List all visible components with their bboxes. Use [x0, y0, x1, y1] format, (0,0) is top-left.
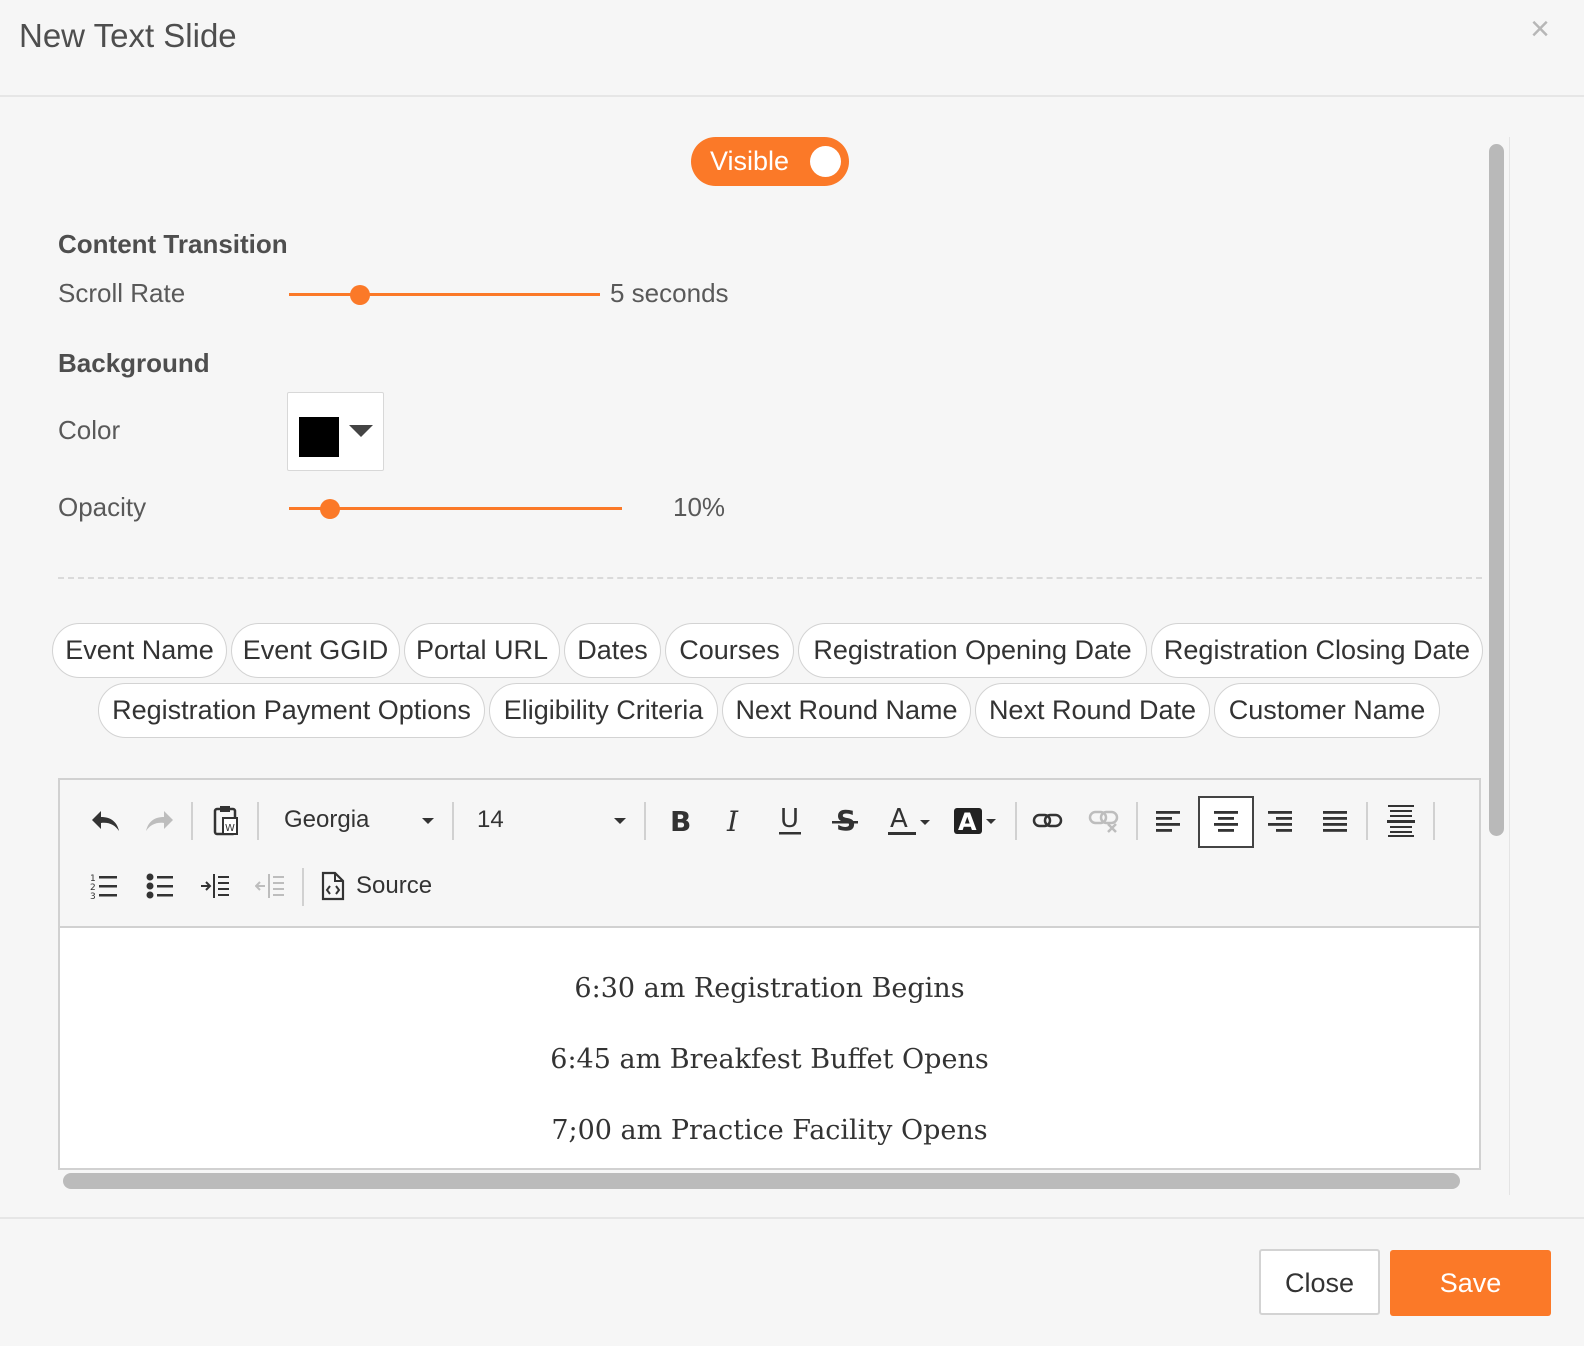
link-icon[interactable]: [1028, 801, 1068, 841]
section-divider: [58, 577, 1482, 579]
merge-field-event-name[interactable]: Event Name: [52, 623, 227, 678]
align-left-icon[interactable]: [1148, 801, 1188, 841]
svg-text:B: B: [670, 807, 691, 835]
background-heading: Background: [58, 348, 210, 378]
toolbar-separator: [452, 802, 454, 840]
opacity-value: 10%: [673, 492, 726, 522]
svg-text:3: 3: [90, 892, 96, 900]
svg-text:W: W: [225, 823, 235, 834]
bold-icon[interactable]: B: [660, 801, 700, 841]
color-picker[interactable]: [287, 392, 384, 471]
scroll-rate-value: 5 seconds: [610, 278, 729, 308]
svg-text:U: U: [780, 805, 799, 834]
opacity-label: Opacity: [58, 492, 147, 522]
merge-field-portal-url[interactable]: Portal URL: [404, 623, 560, 678]
font-size-select[interactable]: 14: [477, 806, 631, 836]
font-family-value: Georgia: [284, 806, 370, 833]
color-swatch: [299, 417, 339, 457]
chevron-down-icon: [614, 818, 626, 824]
svg-text:A: A: [890, 804, 908, 834]
merge-field-next-round-name[interactable]: Next Round Name: [722, 683, 971, 738]
merge-field-dates[interactable]: Dates: [564, 623, 661, 678]
toolbar-separator: [1366, 802, 1368, 840]
chevron-down-icon: [422, 818, 434, 824]
align-center-icon[interactable]: [1206, 801, 1246, 841]
align-justify-icon[interactable]: [1315, 801, 1355, 841]
unlink-icon[interactable]: [1084, 801, 1124, 841]
svg-text:I: I: [726, 807, 739, 835]
toolbar-separator: [302, 868, 304, 906]
bulleted-list-icon[interactable]: [140, 866, 180, 906]
source-button[interactable]: Source: [316, 866, 446, 906]
merge-field-registration-opening-date[interactable]: Registration Opening Date: [798, 623, 1147, 678]
italic-icon[interactable]: I: [715, 801, 755, 841]
toolbar-separator: [1015, 802, 1017, 840]
toolbar-separator: [257, 802, 259, 840]
merge-field-registration-payment-options[interactable]: Registration Payment Options: [98, 683, 485, 738]
undo-icon[interactable]: [85, 801, 125, 841]
dialog-title: New Text Slide: [19, 17, 237, 54]
content-paragraph: 7;00 am Practice Facility Opens: [551, 1115, 988, 1146]
scroll-rate-label: Scroll Rate: [58, 278, 186, 308]
svg-text:A: A: [958, 808, 977, 836]
merge-field-registration-closing-date[interactable]: Registration Closing Date: [1151, 623, 1483, 678]
chevron-down-icon: [349, 425, 373, 437]
horizontal-scrollbar[interactable]: [63, 1173, 1460, 1189]
dialog-header: New Text Slide ×: [0, 0, 1584, 97]
close-icon[interactable]: ×: [1525, 12, 1555, 46]
scroll-rate-slider-thumb[interactable]: [350, 285, 370, 305]
content-transition-heading: Content Transition: [58, 229, 288, 259]
numbered-list-icon[interactable]: 123: [84, 866, 124, 906]
toolbar-separator: [1433, 802, 1435, 840]
toolbar-separator: [191, 802, 193, 840]
horizontal-rule-icon[interactable]: [1381, 801, 1421, 841]
redo-icon[interactable]: [140, 801, 180, 841]
merge-field-courses[interactable]: Courses: [665, 623, 794, 678]
close-button[interactable]: Close: [1259, 1249, 1380, 1315]
merge-field-next-round-date[interactable]: Next Round Date: [975, 683, 1210, 738]
merge-field-event-ggid[interactable]: Event GGID: [231, 623, 400, 678]
paste-from-word-icon[interactable]: W: [206, 801, 246, 841]
scroll-rate-slider[interactable]: [289, 293, 600, 296]
strikethrough-icon[interactable]: S: [825, 801, 865, 841]
content-paragraph: 6:30 am Registration Begins: [574, 973, 965, 1004]
visible-toggle[interactable]: Visible: [691, 137, 849, 186]
merge-field-eligibility-criteria[interactable]: Eligibility Criteria: [489, 683, 718, 738]
font-size-value: 14: [477, 806, 504, 833]
font-family-select[interactable]: Georgia: [284, 806, 439, 836]
source-label: Source: [356, 872, 433, 899]
background-color-icon[interactable]: A: [952, 801, 998, 841]
indent-icon[interactable]: [195, 866, 235, 906]
visible-toggle-label: Visible: [710, 146, 790, 176]
editor-toolbar: W Georgia 14 B I U S A A 1 2 3 Source: [60, 780, 1479, 928]
dialog-footer: Close Save: [0, 1217, 1584, 1346]
toggle-knob: [810, 146, 841, 177]
rich-text-editor: W Georgia 14 B I U S A A 1 2 3 Source 6:…: [58, 778, 1481, 1170]
toolbar-separator: [1136, 802, 1138, 840]
vertical-scrollbar[interactable]: [1489, 144, 1504, 836]
save-button[interactable]: Save: [1390, 1250, 1551, 1316]
opacity-slider-thumb[interactable]: [320, 499, 340, 519]
outdent-icon[interactable]: [250, 866, 290, 906]
content-paragraph: 6:45 am Breakfest Buffet Opens: [550, 1044, 989, 1075]
text-color-icon[interactable]: A: [886, 801, 932, 841]
underline-icon[interactable]: U: [770, 801, 810, 841]
merge-field-customer-name[interactable]: Customer Name: [1214, 683, 1440, 738]
color-label: Color: [58, 415, 121, 445]
toolbar-separator: [644, 802, 646, 840]
align-right-icon[interactable]: [1260, 801, 1300, 841]
